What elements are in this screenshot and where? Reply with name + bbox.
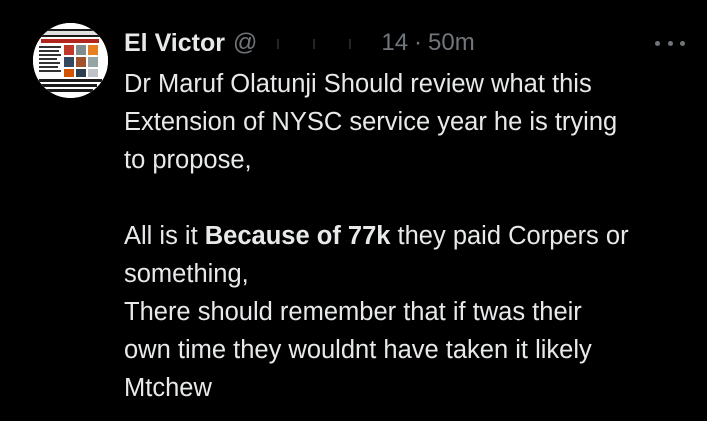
handle-suffix: 14 [381,29,409,56]
tweet-text-line: own time they wouldnt have taken it like… [124,336,592,364]
tweet-text-line: Dr Maruf Olatunji Should review what thi… [124,70,592,98]
more-dots-icon[interactable] [655,33,685,53]
tweet-text-line: There should remember that if twas their [124,298,582,326]
bold-text-segment: Because of 77k [204,222,391,250]
author-avatar[interactable] [33,23,108,98]
tweet-text-line: something, [124,260,249,288]
tweet-text-line: to propose, [124,146,252,174]
more-dot [667,40,673,46]
author-display-name[interactable]: El Victor [124,29,225,58]
tweet-text-line: Extension of NYSC service year he is try… [124,108,618,136]
header-separator: · [414,29,423,56]
tweet-text-line: Mtchew [124,374,212,402]
author-handle[interactable]: @14 [233,29,408,57]
more-dot [680,40,685,46]
handle-prefix: @ [232,29,258,56]
handle-redacted-blur [259,38,378,49]
tweet-body: Dr Maruf Olatunji Should review what thi… [124,65,699,407]
profile-avatar-flyer-icon [33,23,108,98]
paragraph-break [124,179,699,217]
more-dot [655,40,660,46]
text-segment: All is it [124,222,205,250]
tweet-text-line: All is it Because of 77k they paid Corpe… [124,217,699,255]
tweet-header: El Victor @14 · 50m [124,26,684,60]
text-segment: they paid Corpers or [390,222,629,250]
tweet-timestamp[interactable]: 50m [428,29,475,57]
tweet-card[interactable]: El Victor @14 · 50m Dr Maruf Olatunji Sh… [0,0,707,421]
